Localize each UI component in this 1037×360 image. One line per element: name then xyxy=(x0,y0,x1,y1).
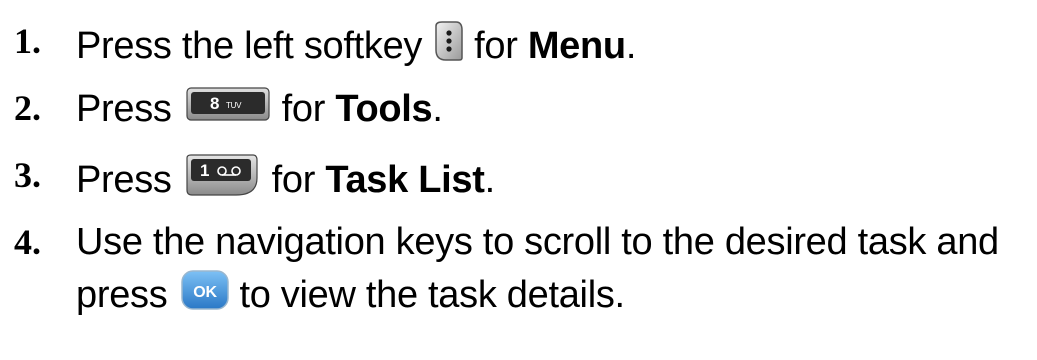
step-text-after: to view the task details. xyxy=(239,273,625,316)
ok-key-icon: OK xyxy=(181,270,230,319)
step-text-mid: for xyxy=(474,24,518,67)
step-text: Press the left softkey for Menu. xyxy=(76,20,636,71)
step-text: Press 8 TUV for Tools. xyxy=(76,87,443,130)
step-text-line-1-content: Use the navigation keys to scroll to the… xyxy=(76,221,999,263)
step-text-after: . xyxy=(432,87,443,130)
left-softkey-icon xyxy=(432,20,464,71)
step-text-before: press xyxy=(76,273,168,316)
tools-label: Tools xyxy=(335,87,433,130)
ok-key-label: OK xyxy=(194,284,218,301)
step-text-mid: for xyxy=(281,87,326,130)
key-8-tuv-icon: 8 TUV xyxy=(186,87,270,130)
instruction-steps: 1. Press the left softkey for Menu . 2. … xyxy=(0,0,1037,360)
task-list-label: Task List xyxy=(325,158,485,201)
step-number: 4. xyxy=(14,222,41,262)
key-letters: TUV xyxy=(226,101,242,110)
step-text: Press 1 for Task List . xyxy=(76,154,495,205)
step-text-mid: for xyxy=(271,158,316,201)
key-digit: 1 xyxy=(200,161,209,180)
step-number: 3. xyxy=(14,155,41,195)
step-text-line-2: press OK to view the task details. xyxy=(76,270,625,319)
step-text-before: Press xyxy=(76,87,172,130)
key-1-voicemail-icon: 1 xyxy=(186,154,258,205)
step-number: 2. xyxy=(14,88,41,128)
step-text-line-1: Use the navigation keys to scroll to the… xyxy=(76,221,999,263)
step-text-after: . xyxy=(625,24,637,67)
step-text-before: Press xyxy=(76,158,172,201)
step-number: 1. xyxy=(14,21,41,61)
step-text-after: . xyxy=(484,158,496,201)
menu-label: Menu xyxy=(527,24,626,67)
step-text-before: Press the left softkey xyxy=(76,24,423,67)
key-digit: 8 xyxy=(210,94,219,113)
